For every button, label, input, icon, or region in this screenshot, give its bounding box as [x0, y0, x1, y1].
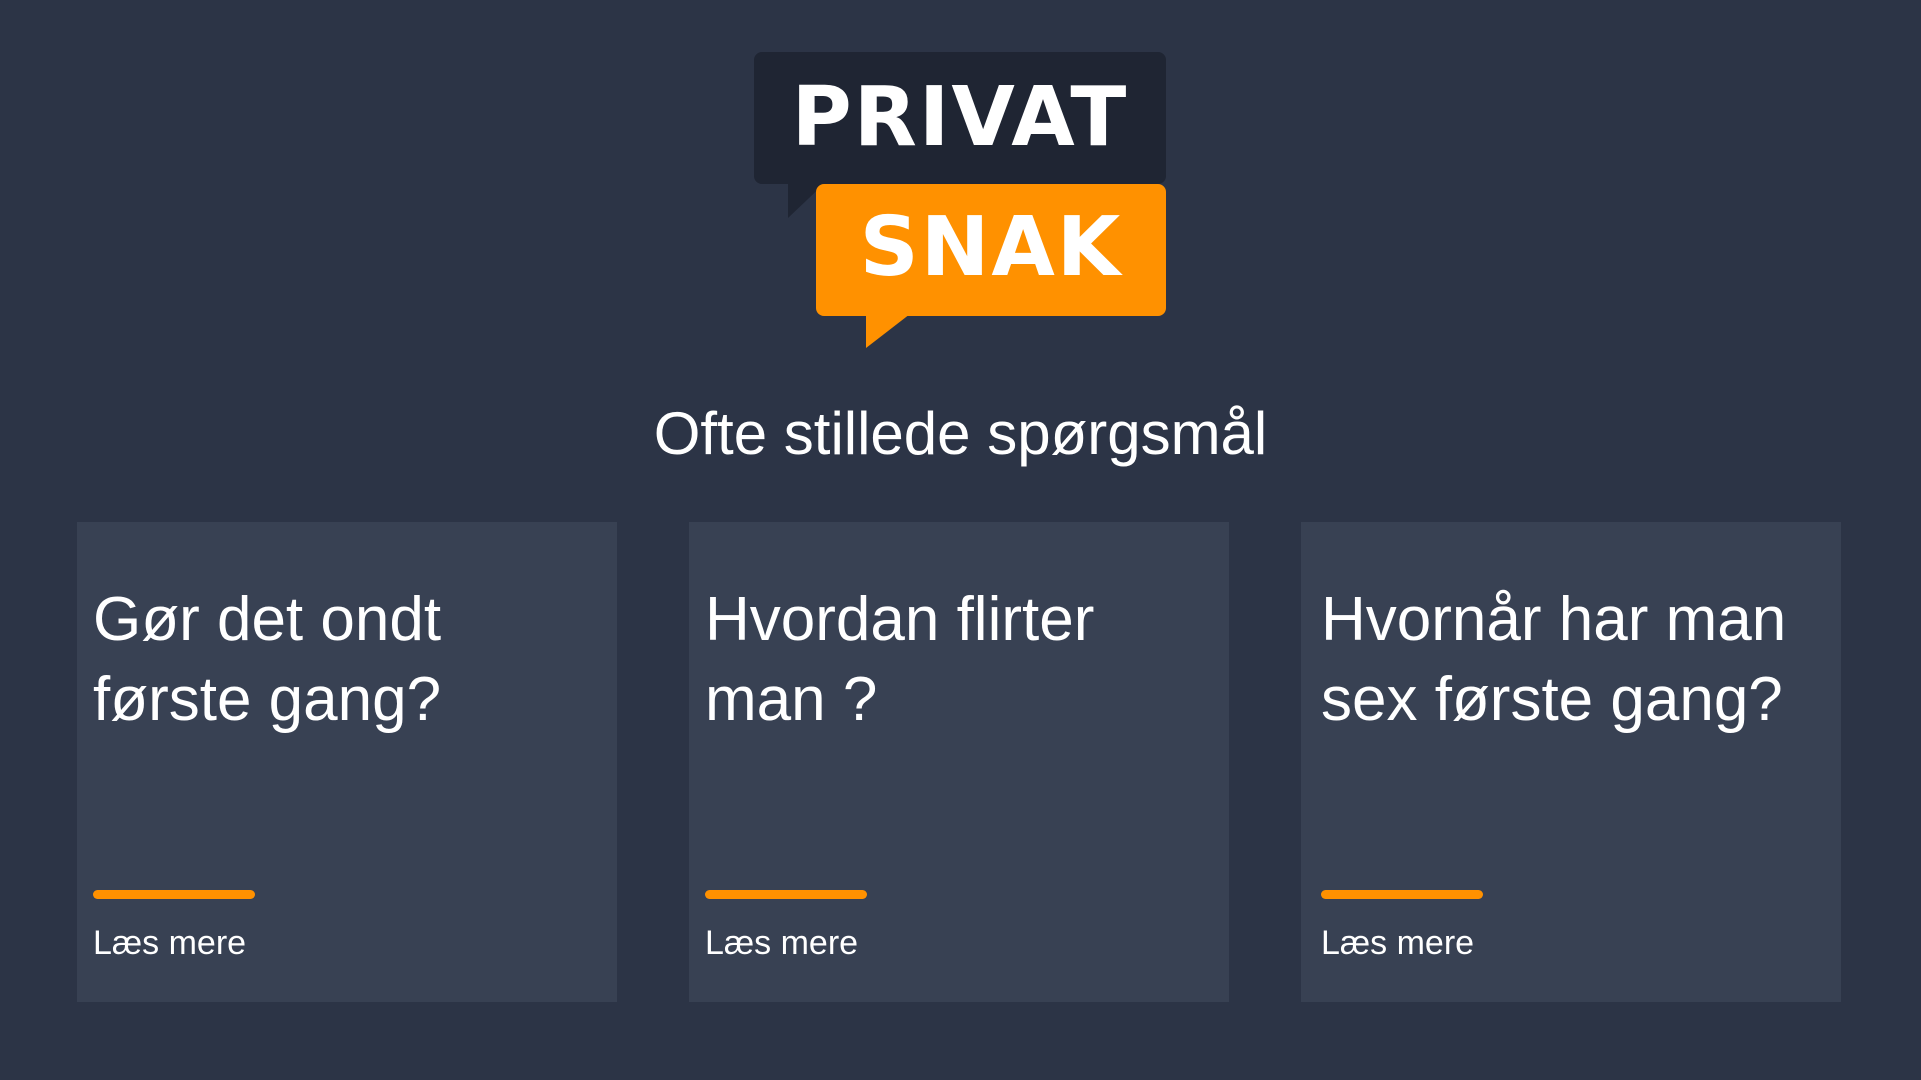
faq-card-accent-bar	[93, 890, 255, 899]
faq-card-accent-bar	[1321, 890, 1483, 899]
faq-card[interactable]: Hvordan flirter man ? Læs mere	[689, 522, 1229, 1002]
faq-card-list: Gør det ondt første gang? Læs mere Hvord…	[77, 522, 1841, 1002]
read-more-link[interactable]: Læs mere	[93, 922, 246, 964]
faq-card-title: Gør det ondt første gang?	[93, 585, 442, 734]
faq-card-accent-bar	[705, 890, 867, 899]
privatsnak-logo[interactable]: PRIVAT SNAK	[754, 52, 1166, 352]
read-more-link[interactable]: Læs mere	[1321, 922, 1474, 964]
logo-text-snak: SNAK	[859, 200, 1123, 295]
faq-card-title: Hvornår har man sex første gang?	[1321, 585, 1787, 734]
faq-card[interactable]: Hvornår har man sex første gang? Læs mer…	[1301, 522, 1841, 1002]
logo-bubble-tail-orange	[866, 314, 910, 348]
logo-text-privat: PRIVAT	[791, 70, 1129, 165]
faq-card-title: Hvordan flirter man ?	[705, 585, 1095, 734]
read-more-link[interactable]: Læs mere	[705, 922, 858, 964]
faq-card[interactable]: Gør det ondt første gang? Læs mere	[77, 522, 617, 1002]
page-title: Ofte stillede spørgsmål	[653, 400, 1268, 467]
page: PRIVAT SNAK Ofte stillede spørgsmål Gør …	[0, 0, 1921, 1080]
